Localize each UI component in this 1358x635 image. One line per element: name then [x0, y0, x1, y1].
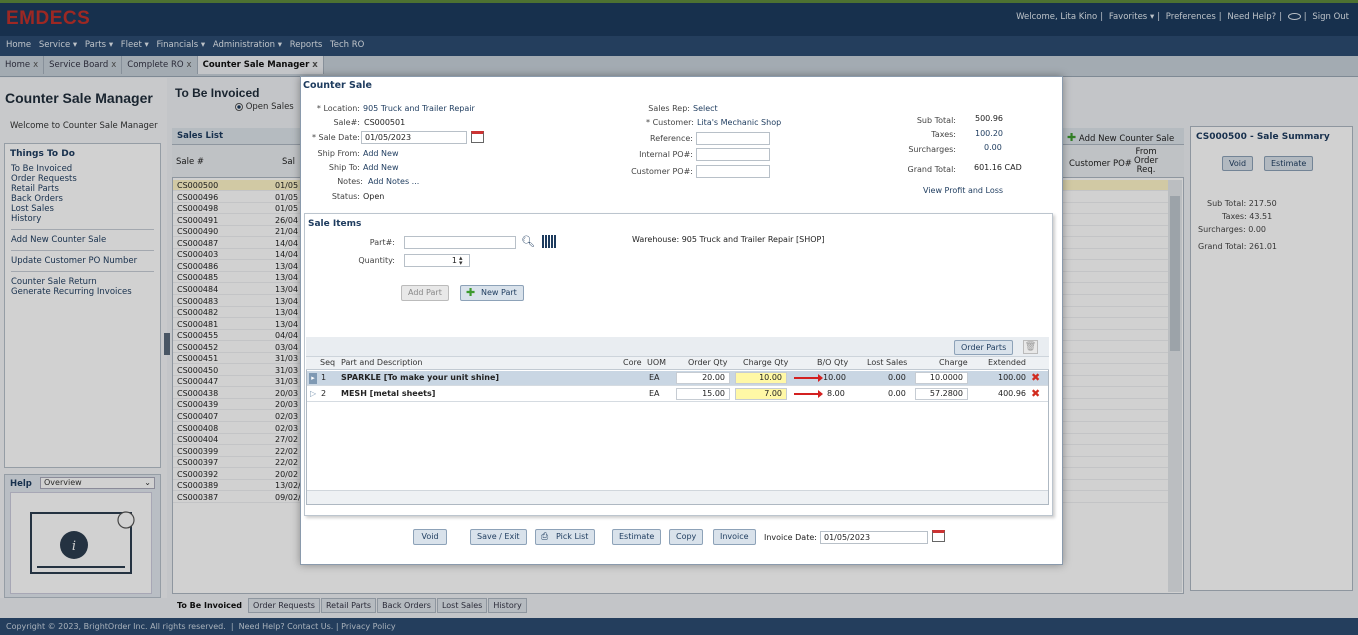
- part-number-input[interactable]: [404, 236, 516, 249]
- row-extended: 400.96: [998, 389, 1026, 398]
- row-lost-sales: 0.00: [888, 373, 906, 382]
- row-expand-icon[interactable]: ▸: [309, 373, 317, 384]
- estimate-button[interactable]: Estimate: [612, 529, 662, 545]
- row-expand-icon[interactable]: ▷: [310, 389, 316, 398]
- pick-list-button[interactable]: ⎙ Pick List: [535, 529, 596, 545]
- part-number-label: Part#:: [369, 238, 395, 247]
- save-exit-button[interactable]: Save / Exit: [470, 529, 527, 545]
- grand-total-label: Grand Total:: [907, 165, 956, 174]
- button-label: New Part: [481, 288, 517, 297]
- new-part-button[interactable]: ✚ New Part: [460, 285, 524, 301]
- grid-toolbar: [306, 337, 1049, 357]
- search-icon[interactable]: 🔍︎: [521, 235, 535, 248]
- charge-qty-input[interactable]: 10.00: [735, 372, 787, 384]
- print-icon: ⎙: [541, 532, 549, 542]
- grid-row[interactable]: ▸ 1 SPARKLE [To make your unit shine] EA…: [307, 371, 1048, 386]
- customer-link[interactable]: Lita's Mechanic Shop: [697, 118, 781, 127]
- row-bo-qty: 10.00: [823, 373, 846, 382]
- sale-date-input[interactable]: 01/05/2023: [361, 131, 467, 144]
- sub-total-value: 500.96: [975, 114, 1003, 123]
- order-parts-button[interactable]: Order Parts: [954, 340, 1014, 355]
- col-extended[interactable]: Extended: [988, 358, 1026, 367]
- col-bo-qty[interactable]: B/O Qty: [817, 358, 848, 367]
- row-part: SPARKLE [To make your unit shine]: [341, 373, 500, 382]
- internal-po-input[interactable]: [696, 148, 770, 161]
- sale-number-value: CS000501: [364, 118, 406, 127]
- status-value: Open: [363, 192, 385, 201]
- sale-number-label: Sale#:: [333, 118, 360, 127]
- ship-from-add-new-link[interactable]: Add New: [363, 149, 398, 158]
- col-part[interactable]: Part and Description: [341, 358, 423, 367]
- ship-to-add-new-link[interactable]: Add New: [363, 163, 398, 172]
- sales-rep-label: Sales Rep:: [648, 104, 690, 113]
- ship-from-label: Ship From:: [317, 149, 360, 158]
- order-qty-input[interactable]: 20.00: [676, 372, 730, 384]
- void-button[interactable]: Void: [413, 529, 447, 545]
- add-notes-link[interactable]: Add Notes ...: [368, 177, 419, 186]
- col-charge[interactable]: Charge: [939, 358, 968, 367]
- sub-total-label: Sub Total:: [916, 116, 956, 125]
- calendar-icon[interactable]: [471, 131, 484, 143]
- charge-input[interactable]: 10.0000: [915, 372, 968, 384]
- row-bo-qty: 8.00: [827, 389, 845, 398]
- col-core[interactable]: Core: [623, 358, 642, 367]
- sale-items-title: Sale Items: [308, 219, 362, 229]
- row-lost-sales: 0.00: [888, 389, 906, 398]
- quantity-label: Quantity:: [358, 256, 395, 265]
- reference-input[interactable]: [696, 132, 770, 145]
- row-uom: EA: [649, 389, 660, 398]
- warehouse-text: Warehouse: 905 Truck and Trailer Repair …: [632, 235, 825, 244]
- barcode-icon[interactable]: [542, 235, 557, 248]
- taxes-label: Taxes:: [931, 130, 956, 139]
- status-label: Status:: [331, 192, 360, 201]
- row-seq: 2: [321, 389, 327, 398]
- col-charge-qty[interactable]: Charge Qty: [743, 358, 788, 367]
- col-seq[interactable]: Seq: [320, 358, 335, 367]
- button-label: Pick List: [556, 532, 589, 541]
- col-uom[interactable]: UOM: [647, 358, 666, 367]
- trash-icon[interactable]: 🗑︎: [1023, 340, 1038, 354]
- sale-date-label: * Sale Date:: [311, 133, 360, 142]
- invoice-date-input[interactable]: 01/05/2023: [820, 531, 928, 544]
- charge-input[interactable]: 57.2800: [915, 388, 968, 400]
- notes-label: Notes:: [337, 177, 363, 186]
- location-label: * Location:: [316, 104, 360, 113]
- plus-icon: ✚: [466, 286, 476, 299]
- reference-label: Reference:: [650, 134, 693, 143]
- row-uom: EA: [649, 373, 660, 382]
- dialog-title: Counter Sale: [303, 80, 372, 91]
- surcharges-label: Surcharges:: [908, 145, 956, 154]
- grid-horizontal-scrollbar[interactable]: [307, 490, 1048, 504]
- grid-row[interactable]: ▷ 2 MESH [metal sheets] EA 15.00 7.00 8.…: [307, 387, 1048, 402]
- internal-po-label: Internal PO#:: [639, 150, 693, 159]
- row-extended: 100.00: [998, 373, 1026, 382]
- row-seq: 1: [321, 373, 327, 382]
- customer-label: * Customer:: [646, 118, 694, 127]
- copy-button[interactable]: Copy: [669, 529, 704, 545]
- customer-po-label: Customer PO#:: [631, 167, 693, 176]
- surcharges-link[interactable]: 0.00: [984, 143, 1002, 152]
- customer-po-input[interactable]: [696, 165, 770, 178]
- row-part: MESH [metal sheets]: [341, 389, 436, 398]
- arrow-annotation: [794, 390, 823, 398]
- invoice-date-label: Invoice Date:: [764, 533, 817, 542]
- delete-row-icon[interactable]: ✖: [1031, 387, 1040, 400]
- col-lost-sales[interactable]: Lost Sales: [867, 358, 907, 367]
- charge-qty-input[interactable]: 7.00: [735, 388, 787, 400]
- grid-header-row: Seq Part and Description Core UOM Order …: [306, 357, 1049, 370]
- order-qty-input[interactable]: 15.00: [676, 388, 730, 400]
- col-order-qty[interactable]: Order Qty: [688, 358, 727, 367]
- invoice-button[interactable]: Invoice: [713, 529, 756, 545]
- arrow-annotation: [794, 374, 823, 382]
- taxes-link[interactable]: 100.20: [975, 129, 1003, 138]
- view-profit-loss-link[interactable]: View Profit and Loss: [923, 186, 1003, 195]
- delete-row-icon[interactable]: ✖: [1031, 371, 1040, 384]
- grand-total-value: 601.16 CAD: [974, 163, 1022, 172]
- calendar-icon[interactable]: [932, 530, 945, 542]
- ship-to-label: Ship To:: [328, 163, 360, 172]
- stepper-icon[interactable]: ▴ ▾: [459, 255, 463, 267]
- sales-rep-select-link[interactable]: Select: [693, 104, 718, 113]
- add-part-button[interactable]: Add Part: [401, 285, 449, 301]
- location-link[interactable]: 905 Truck and Trailer Repair: [363, 104, 475, 113]
